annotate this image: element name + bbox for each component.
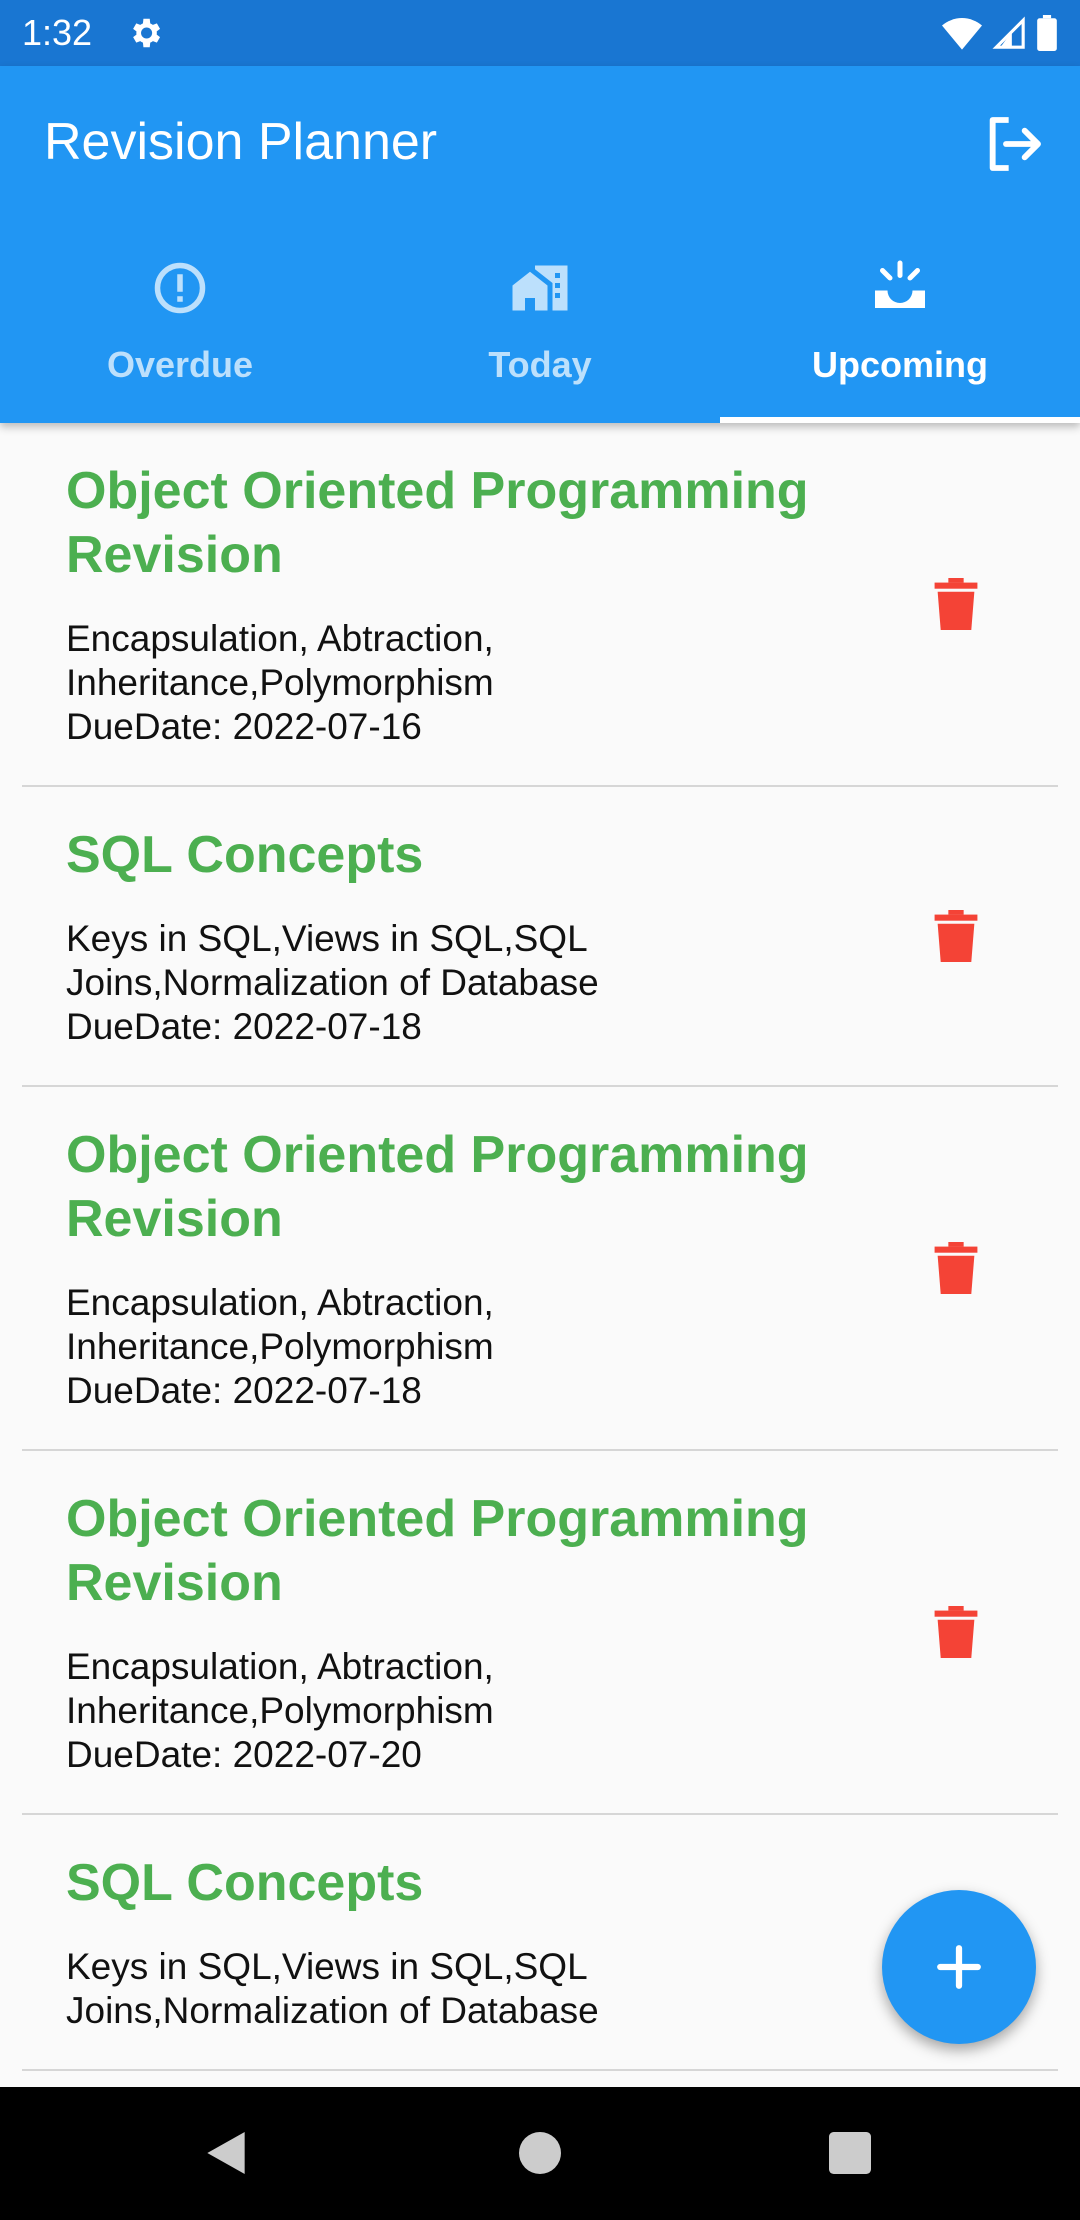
upcoming-icon bbox=[875, 260, 925, 308]
tab-label-upcoming: Upcoming bbox=[812, 344, 988, 385]
settings-icon bbox=[133, 18, 161, 48]
status-time: 1:32 bbox=[22, 12, 93, 53]
recents-icon[interactable] bbox=[822, 2125, 878, 2181]
item-due-date: DueDate: 2022-07-18 bbox=[66, 1370, 422, 1411]
item-description: Keys in SQL,Views in SQL,SQL Joins,Norma… bbox=[66, 1946, 599, 2031]
home-icon[interactable] bbox=[512, 2125, 568, 2181]
item-description: Keys in SQL,Views in SQL,SQL Joins,Norma… bbox=[66, 918, 599, 1003]
app-title: Revision Planner bbox=[44, 113, 438, 171]
list-item[interactable]: Object Oriented Programming Revision Enc… bbox=[22, 1451, 1058, 1815]
home-work-icon bbox=[512, 265, 568, 311]
battery-icon bbox=[1037, 15, 1057, 51]
tab-upcoming[interactable]: Upcoming bbox=[720, 246, 1080, 423]
item-title: SQL Concepts bbox=[66, 1854, 424, 1912]
status-bar: 1:32 bbox=[0, 0, 1080, 66]
back-icon[interactable] bbox=[198, 2125, 254, 2181]
signal-icon bbox=[992, 16, 1025, 49]
item-due-date: DueDate: 2022-07-20 bbox=[66, 1734, 422, 1775]
status-icons bbox=[942, 14, 1058, 52]
item-title: Object Oriented Programming Revision bbox=[66, 462, 809, 584]
tab-bar: Overdue Today Upcoming bbox=[0, 246, 1080, 423]
add-revision-button[interactable] bbox=[882, 1890, 1036, 2044]
item-due-date: DueDate: 2022-07-18 bbox=[66, 1006, 422, 1047]
list-item[interactable]: Object Oriented Programming Revision Enc… bbox=[22, 423, 1058, 787]
tab-label-overdue: Overdue bbox=[106, 344, 254, 385]
list-item[interactable]: Object Oriented Programming Revision Enc… bbox=[22, 1087, 1058, 1451]
delete-icon[interactable] bbox=[934, 910, 978, 962]
item-description: Encapsulation, Abtraction, Inheritance,P… bbox=[66, 1282, 494, 1367]
list-item[interactable]: SQL Concepts Keys in SQL,Views in SQL,SQ… bbox=[22, 787, 1058, 1087]
system-nav-bar bbox=[0, 2087, 1080, 2220]
item-title: SQL Concepts bbox=[66, 826, 424, 884]
alert-circle-icon bbox=[154, 262, 206, 314]
tab-indicator bbox=[720, 417, 1080, 423]
logout-icon[interactable] bbox=[982, 112, 1046, 176]
tab-label-today: Today bbox=[488, 344, 592, 385]
plus-icon bbox=[937, 1945, 981, 1989]
item-due-date: DueDate: 2022-07-16 bbox=[66, 706, 422, 747]
wifi-icon bbox=[942, 18, 982, 50]
delete-icon[interactable] bbox=[934, 1242, 978, 1294]
item-title: Object Oriented Programming Revision bbox=[66, 1126, 809, 1248]
tab-today[interactable]: Today bbox=[360, 246, 720, 423]
item-title: Object Oriented Programming Revision bbox=[66, 1490, 809, 1612]
delete-icon[interactable] bbox=[934, 1606, 978, 1658]
item-description: Encapsulation, Abtraction, Inheritance,P… bbox=[66, 618, 494, 703]
delete-icon[interactable] bbox=[934, 578, 978, 630]
item-description: Encapsulation, Abtraction, Inheritance,P… bbox=[66, 1646, 494, 1731]
tab-overdue[interactable]: Overdue bbox=[0, 246, 360, 423]
revision-list: Object Oriented Programming Revision Enc… bbox=[0, 423, 1080, 2087]
app-bar: Revision Planner Overdue Today Upcoming bbox=[0, 66, 1080, 423]
